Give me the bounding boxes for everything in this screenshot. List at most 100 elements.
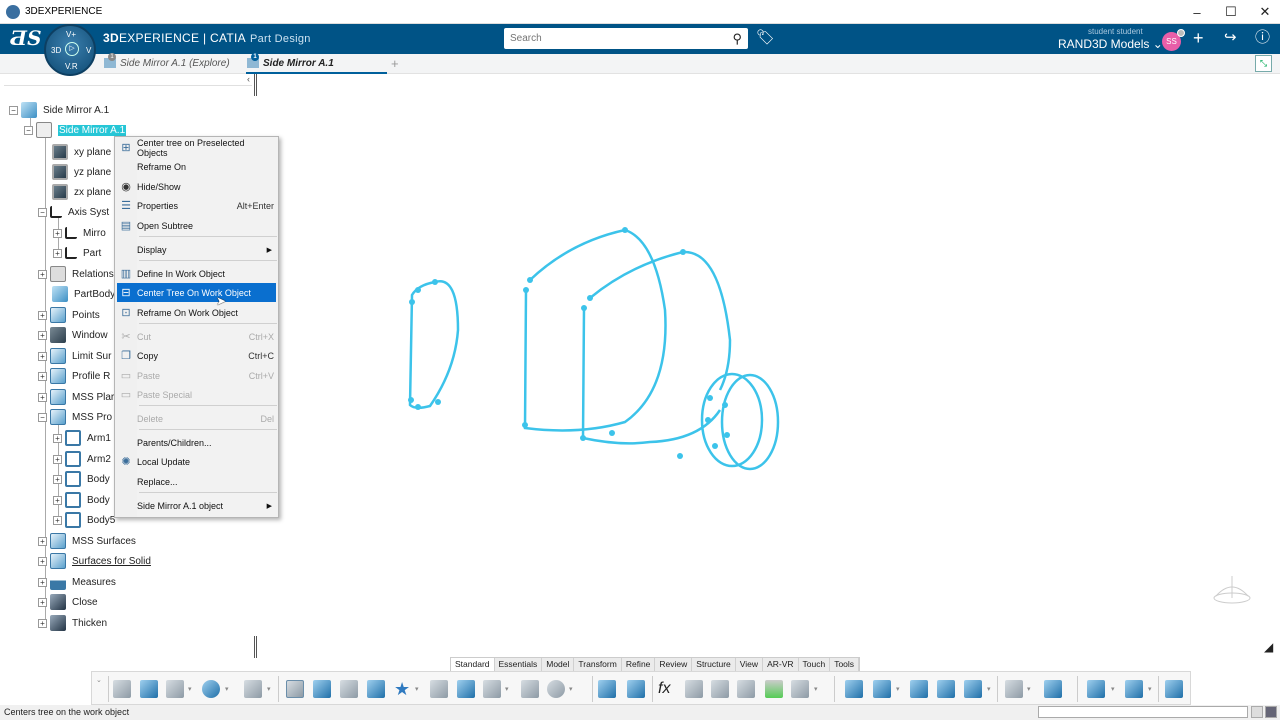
select-icon[interactable] (313, 680, 331, 698)
search-icon[interactable]: ⚲ (732, 31, 742, 47)
parameters-icon[interactable] (791, 680, 809, 698)
action-tab-tools[interactable]: Tools (830, 658, 860, 671)
tree-splitter-handle[interactable] (254, 74, 257, 96)
book-icon[interactable] (627, 680, 645, 698)
menu-item-delete[interactable]: Delete Del (117, 409, 276, 428)
tree-root[interactable]: − Side Mirror A.1 (9, 100, 109, 120)
copy-icon[interactable] (140, 680, 158, 698)
import-icon[interactable] (1044, 680, 1062, 698)
color-icon[interactable] (367, 680, 385, 698)
cut-icon[interactable] (113, 680, 131, 698)
expand-icon[interactable]: + (38, 536, 47, 546)
expand-icon[interactable]: + (38, 351, 47, 361)
expand-icon[interactable]: + (38, 310, 47, 320)
menu-item-center-tree-on-work-object[interactable]: ⊟ Center Tree On Work Object (117, 283, 276, 302)
play-icon[interactable]: ▷ (65, 42, 79, 56)
expand-icon[interactable]: + (38, 618, 47, 628)
expand-icon[interactable]: + (38, 392, 47, 402)
action-tab-model[interactable]: Model (542, 658, 575, 671)
command-input[interactable] (1038, 706, 1248, 718)
menu-item-hide-show[interactable]: ◉ Hide/Show (117, 177, 276, 196)
star-icon[interactable]: ★ (394, 680, 412, 698)
tree-item[interactable]: + MSS Plar (38, 387, 114, 407)
share-icon[interactable]: ↪ (1224, 28, 1237, 48)
add-icon[interactable]: + (1193, 28, 1204, 48)
3d-viewport[interactable] (380, 210, 800, 490)
fullscreen-icon[interactable]: ⤡ (1255, 55, 1272, 72)
action-tab-transform[interactable]: Transform (574, 658, 622, 671)
collapse-tree-icon[interactable]: ‹ (247, 74, 250, 84)
render-style-icon[interactable] (547, 680, 565, 698)
tree-item[interactable]: + Points (38, 305, 100, 325)
collapse-icon[interactable]: − (38, 412, 47, 422)
compass-widget[interactable]: V+ 3D V V.R ▷ (44, 24, 96, 76)
command-chat-icon[interactable] (1265, 706, 1277, 718)
add-component-icon[interactable] (1165, 680, 1183, 698)
menu-item-copy[interactable]: ❐ Copy Ctrl+C (117, 346, 276, 365)
update-icon[interactable] (244, 680, 262, 698)
options-icon[interactable] (483, 680, 501, 698)
menu-item-define-in-work-object[interactable]: ▥ Define In Work Object (117, 264, 276, 283)
add-tab-button[interactable]: + (391, 56, 399, 71)
tree-item[interactable]: − Axis Syst (38, 202, 109, 222)
work-object-icon[interactable] (286, 680, 304, 698)
expand-icon[interactable]: + (53, 474, 62, 484)
maximize-button[interactable]: ☐ (1214, 0, 1248, 24)
distance-icon[interactable] (910, 680, 928, 698)
action-bar-collapse-icon[interactable]: ⌄ (96, 676, 102, 684)
magic-wand-icon[interactable] (685, 680, 703, 698)
tree-item[interactable]: + Body (53, 490, 110, 510)
tab-side-mirror[interactable]: 1 Side Mirror A.1 (247, 53, 334, 69)
collapse-icon[interactable]: − (9, 105, 18, 115)
action-tab-essentials[interactable]: Essentials (494, 658, 543, 671)
tree-item[interactable]: xy plane (52, 142, 111, 162)
action-tab-structure[interactable]: Structure (692, 658, 736, 671)
menu-item-paste[interactable]: ▭ Paste Ctrl+V (117, 366, 276, 385)
collapse-icon[interactable]: − (38, 207, 47, 217)
tree-item[interactable]: + Thicken (38, 613, 107, 633)
tree-item[interactable]: + Part (53, 243, 101, 263)
traffic-light-icon[interactable] (765, 680, 783, 698)
export-icon[interactable] (1087, 680, 1105, 698)
expand-icon[interactable]: + (53, 515, 62, 525)
scatter-select-icon[interactable] (521, 680, 539, 698)
flip-icon[interactable] (598, 680, 616, 698)
action-tab-view[interactable]: View (735, 658, 764, 671)
menu-item-local-update[interactable]: ✺ Local Update (117, 452, 276, 471)
menu-item-open-subtree[interactable]: ▤ Open Subtree (117, 216, 276, 235)
tree-item[interactable]: + Relations (38, 264, 114, 284)
formula-icon[interactable]: fx (658, 680, 676, 698)
tab-explore[interactable]: 1 Side Mirror A.1 (Explore) (104, 53, 230, 69)
menu-item-display[interactable]: Display ▶ (117, 240, 276, 259)
close-button[interactable]: ✕ (1248, 0, 1280, 24)
expand-icon[interactable]: + (38, 371, 47, 381)
tree-item[interactable]: + Measures (38, 572, 116, 592)
tree-item[interactable]: PartBody (52, 284, 115, 304)
tree-splitter-handle[interactable] (254, 636, 257, 658)
action-tab-touch[interactable]: Touch (798, 658, 831, 671)
tree-item[interactable]: + Arm1 (53, 428, 111, 448)
menu-item-reframe-on[interactable]: Reframe On (117, 157, 276, 176)
database-icon[interactable] (1125, 680, 1143, 698)
catalog-icon[interactable] (340, 680, 358, 698)
menu-item-center-tree-preselected[interactable]: ⊞ Center tree on Preselected Objects (117, 138, 276, 158)
menu-item-paste-special[interactable]: ▭ Paste Special (117, 385, 276, 404)
action-tab-standard[interactable]: Standard (451, 658, 495, 671)
expand-icon[interactable]: + (53, 454, 62, 464)
collab-space-dropdown[interactable]: RAND3D Models ⌄ (1058, 37, 1163, 51)
menu-item-replace[interactable]: Replace... (117, 472, 276, 491)
tree-item[interactable]: yz plane (52, 162, 111, 182)
measure-angle-icon[interactable] (737, 680, 755, 698)
checklist-icon[interactable] (1005, 680, 1023, 698)
table-icon[interactable] (711, 680, 729, 698)
expand-icon[interactable]: + (53, 248, 62, 258)
action-tab-review[interactable]: Review (655, 658, 693, 671)
tree-item[interactable]: zx plane (52, 182, 111, 202)
tree-item[interactable]: + Window (38, 325, 108, 345)
search-input[interactable] (504, 28, 714, 49)
menu-item-object-submenu[interactable]: Side Mirror A.1 object ▶ (117, 496, 276, 515)
tree-item[interactable]: + MSS Surfaces (38, 531, 136, 551)
help-icon[interactable]: ⓘ (1255, 28, 1270, 48)
expand-icon[interactable]: + (38, 330, 47, 340)
tree-part-node[interactable]: − Side Mirror A.1 (24, 120, 127, 140)
